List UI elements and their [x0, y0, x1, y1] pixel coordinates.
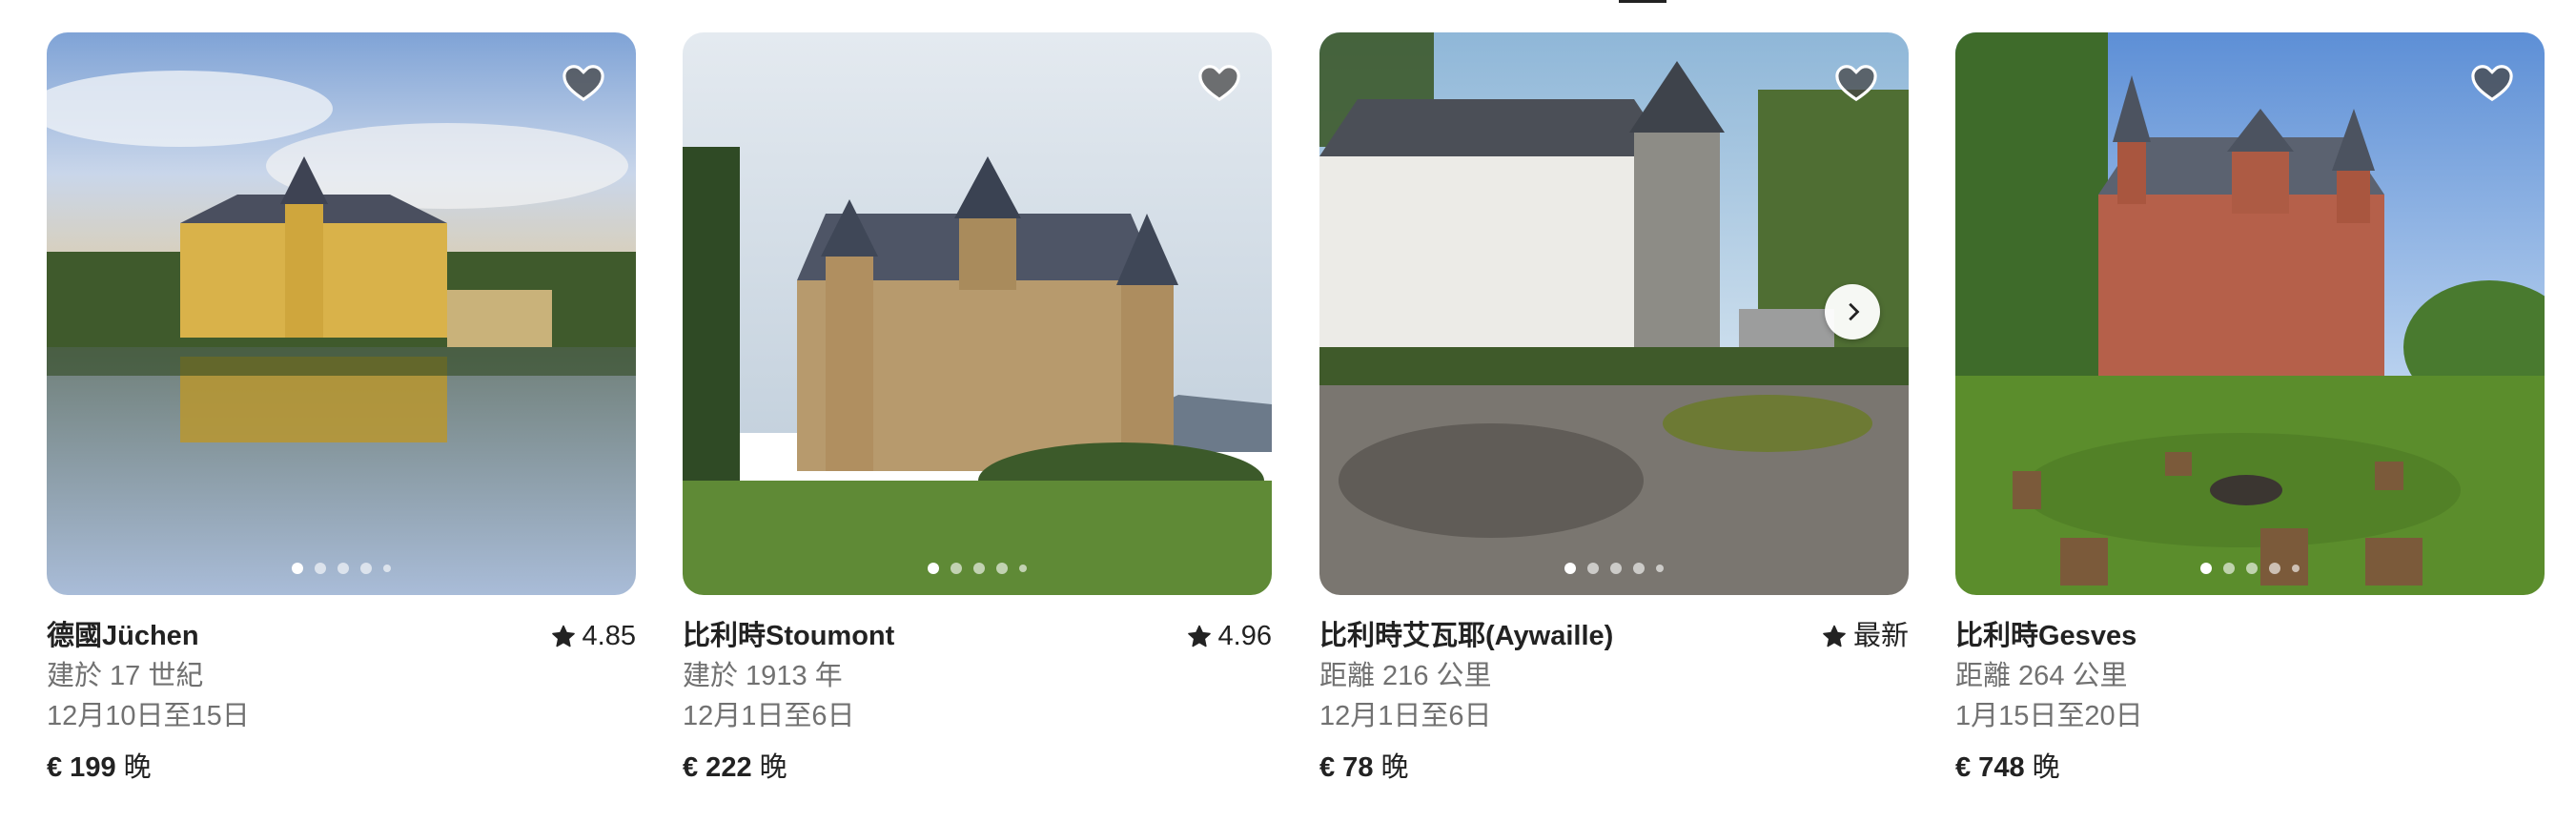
star-icon	[1187, 625, 1211, 647]
listing-title: 比利時Gesves	[1955, 621, 2137, 651]
rating-value: 4.96	[1217, 621, 1272, 651]
listing-dates: 1月15日至20日	[1955, 701, 2143, 731]
carousel-dot[interactable]	[292, 563, 303, 574]
carousel-dot[interactable]	[383, 565, 391, 572]
listing-card-3[interactable]: 比利時艾瓦耶(Aywaille) 最新 距離 216 公里 12月1日至6日 €…	[1319, 32, 1909, 788]
price-unit: 晚	[1380, 752, 1409, 783]
carousel-dot[interactable]	[951, 563, 962, 574]
carousel-dot[interactable]	[996, 563, 1008, 574]
listing-subtitle: 建於 17 世紀	[47, 661, 204, 691]
favorite-heart-button[interactable]	[1832, 61, 1880, 105]
listing-title: 比利時Stoumont	[683, 621, 895, 651]
carousel-dot[interactable]	[315, 563, 326, 574]
listing-price: € 78 晚	[1319, 748, 1909, 788]
next-photo-button[interactable]	[1825, 284, 1880, 339]
listing-card-2[interactable]: 比利時Stoumont 4.96 建於 1913 年 12月1日至6日 € 22…	[683, 32, 1272, 788]
carousel-dot[interactable]	[337, 563, 349, 574]
carousel-dot[interactable]	[2246, 563, 2258, 574]
price-amount: € 78	[1319, 752, 1374, 783]
brick-castle-image	[1955, 32, 2545, 595]
price-amount: € 222	[683, 752, 752, 783]
listing-dates: 12月1日至6日	[683, 701, 855, 731]
listing-price: € 222 晚	[683, 748, 1272, 788]
price-unit: 晚	[123, 752, 152, 783]
price-amount: € 748	[1955, 752, 2025, 783]
heart-icon	[1198, 65, 1240, 102]
heart-icon	[2471, 65, 2513, 102]
favorite-heart-button[interactable]	[1196, 61, 1243, 105]
carousel-dot[interactable]	[1633, 563, 1645, 574]
carousel-dot[interactable]	[1587, 563, 1599, 574]
castle-lake-image	[47, 32, 636, 595]
carousel-dot[interactable]	[2200, 563, 2212, 574]
carousel-dot[interactable]	[928, 563, 939, 574]
listing-subtitle: 距離 216 公里	[1319, 661, 1492, 691]
carousel-dot[interactable]	[973, 563, 985, 574]
active-tab-indicator	[1619, 0, 1666, 3]
listing-price: € 199 晚	[47, 748, 636, 788]
carousel-dot[interactable]	[1564, 563, 1576, 574]
listing-photo[interactable]	[47, 32, 636, 595]
listing-title: 德國Jüchen	[47, 621, 199, 651]
listing-title: 比利時艾瓦耶(Aywaille)	[1319, 621, 1614, 651]
price-unit: 晚	[2032, 752, 2060, 783]
listing-subtitle: 距離 264 公里	[1955, 661, 2128, 691]
heart-icon	[1835, 65, 1877, 102]
carousel-dots	[47, 563, 636, 574]
listing-rating: 4.85	[551, 616, 636, 656]
chevron-right-icon	[1849, 302, 1860, 321]
listing-dates: 12月1日至6日	[1319, 701, 1492, 731]
listing-rating: 4.96	[1187, 616, 1272, 656]
listing-photo[interactable]	[1955, 32, 2545, 595]
carousel-dot[interactable]	[2223, 563, 2235, 574]
rating-value: 4.85	[582, 621, 636, 651]
carousel-dot[interactable]	[1656, 565, 1664, 572]
stone-chateau-image	[683, 32, 1272, 595]
listing-photo[interactable]	[1319, 32, 1909, 595]
listing-rating: 最新	[1823, 616, 1909, 656]
heart-icon	[562, 65, 604, 102]
carousel-dot[interactable]	[1019, 565, 1027, 572]
listing-card-1[interactable]: 德國Jüchen 4.85 建於 17 世紀 12月10日至15日 € 199 …	[47, 32, 636, 788]
favorite-heart-button[interactable]	[560, 61, 607, 105]
listing-card-4[interactable]: 比利時Gesves 距離 264 公里 1月15日至20日 € 748 晚	[1955, 32, 2545, 788]
manor-courtyard-image	[1319, 32, 1909, 595]
rating-value: 最新	[1852, 621, 1909, 651]
carousel-dot[interactable]	[360, 563, 372, 574]
price-amount: € 199	[47, 752, 116, 783]
star-icon	[551, 625, 575, 647]
favorite-heart-button[interactable]	[2468, 61, 2516, 105]
listing-subtitle: 建於 1913 年	[683, 661, 843, 691]
carousel-dot[interactable]	[2269, 563, 2280, 574]
carousel-dots	[1955, 563, 2545, 574]
listing-dates: 12月10日至15日	[47, 701, 250, 731]
star-icon	[1823, 625, 1846, 647]
carousel-dot[interactable]	[1610, 563, 1622, 574]
carousel-dots	[1319, 563, 1909, 574]
price-unit: 晚	[759, 752, 787, 783]
carousel-dots	[683, 563, 1272, 574]
listing-price: € 748 晚	[1955, 748, 2545, 788]
carousel-dot[interactable]	[2292, 565, 2300, 572]
listing-photo[interactable]	[683, 32, 1272, 595]
